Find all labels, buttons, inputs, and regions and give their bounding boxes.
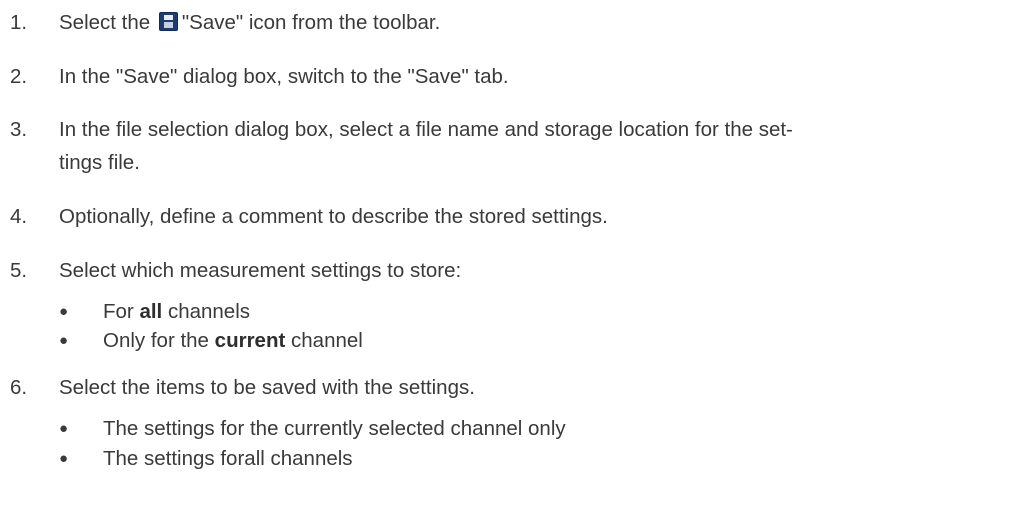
bullet-dot: ●	[59, 332, 69, 349]
step-number: 3.	[10, 118, 28, 141]
step-number: 5.	[10, 259, 28, 282]
bullet-text: Only for the current channel	[103, 329, 363, 352]
bullet-dot: ●	[59, 450, 69, 467]
step-text-before-icon: Select the	[59, 11, 151, 34]
step-text: Select the items to be saved with the se…	[59, 376, 475, 399]
step-text: Optionally, define a comment to describe…	[59, 205, 608, 228]
bullet-dot: ●	[59, 420, 69, 437]
step-text-line-2: tings file.	[59, 151, 140, 174]
step-text-after-icon: "Save" icon from the toolbar.	[181, 11, 441, 34]
bullet-text: For all channels	[103, 300, 251, 323]
step-text-line-1: In the file selection dialog box, select…	[59, 118, 793, 141]
save-icon	[158, 12, 178, 31]
bold-term: all	[139, 300, 163, 323]
step-number: 1.	[10, 11, 28, 34]
bullet-text: The settings forall channels	[103, 447, 353, 470]
step-number: 6.	[10, 376, 28, 399]
bold-term: current	[214, 329, 286, 352]
step-number: 4.	[10, 205, 28, 228]
step-text: In the "Save" dialog box, switch to the …	[59, 65, 509, 88]
bullet-dot: ●	[59, 303, 69, 320]
step-number: 2.	[10, 65, 28, 88]
step-text: Select which measurement settings to sto…	[59, 259, 462, 282]
bullet-text: The settings for the currently selected …	[103, 417, 566, 440]
step-text: Select the "Save" icon from the toolbar.	[59, 6, 1009, 40]
